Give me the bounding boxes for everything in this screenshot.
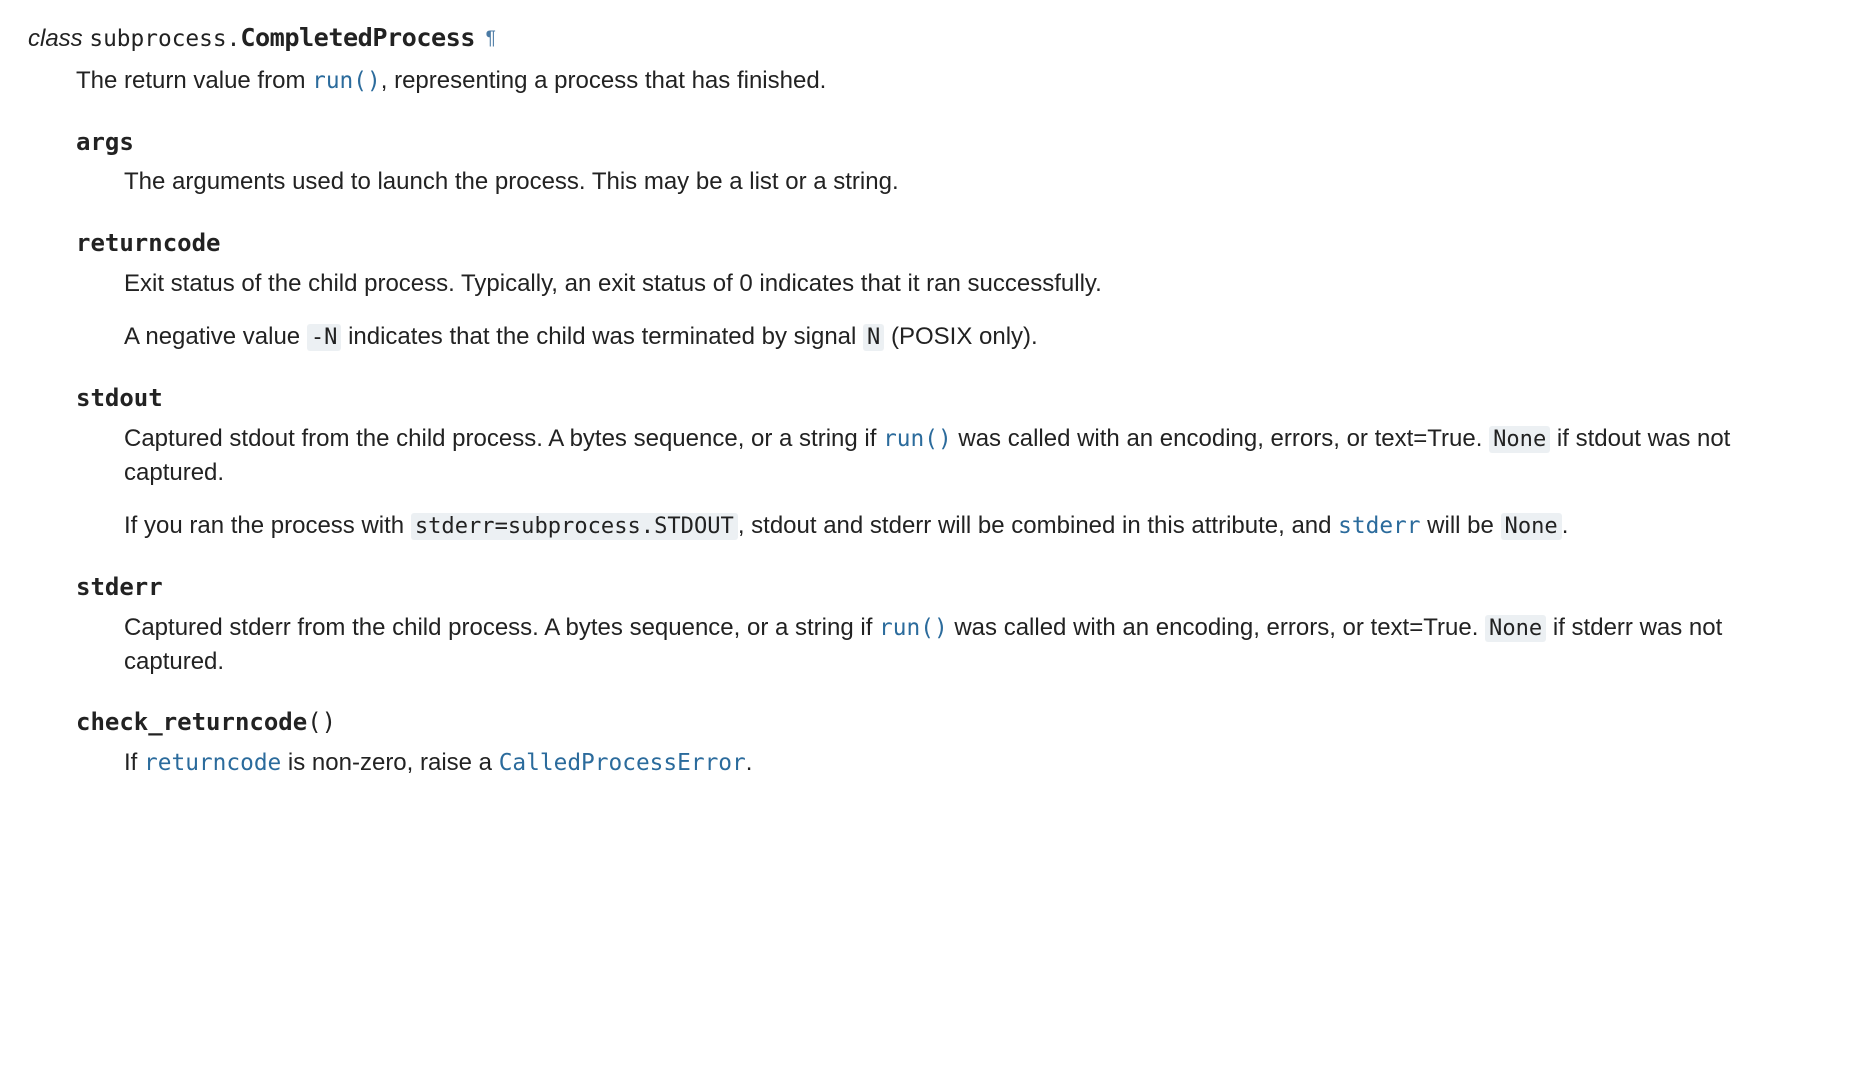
code-literal: None: [1485, 615, 1546, 642]
method-parens: (): [307, 708, 336, 736]
run-link[interactable]: run(): [879, 615, 948, 641]
attribute-stderr: stderr Captured stderr from the child pr…: [76, 571, 1828, 678]
class-name: CompletedProcess: [240, 23, 475, 52]
method-name-text: check_returncode: [76, 708, 307, 736]
text: A negative value: [124, 323, 307, 350]
calledprocesserror-link[interactable]: CalledProcessError: [499, 750, 746, 776]
code-literal: None: [1501, 513, 1562, 540]
code-literal: -N: [307, 324, 342, 351]
method-description: If returncode is non-zero, raise a Calle…: [124, 746, 1828, 780]
attr-description: Captured stderr from the child process. …: [124, 611, 1828, 679]
run-link[interactable]: run(): [883, 426, 952, 452]
attribute-args: args The arguments used to launch the pr…: [76, 126, 1828, 199]
class-description: The return value from run(), representin…: [76, 64, 1828, 98]
code-literal: N: [863, 324, 884, 351]
attr-description: The arguments used to launch the process…: [124, 165, 1828, 199]
method-name-check-returncode: check_returncode(): [76, 706, 1828, 740]
run-link[interactable]: run(): [312, 68, 381, 94]
text: Captured stderr from the child process. …: [124, 614, 879, 641]
text: If you ran the process with: [124, 512, 411, 539]
text: indicates that the child was terminated …: [341, 323, 863, 350]
permalink-icon[interactable]: ¶: [482, 28, 496, 49]
attr-description: Captured stdout from the child process. …: [124, 422, 1828, 490]
text: .: [746, 749, 753, 776]
text: is non-zero, raise a: [281, 749, 498, 776]
keyword-class: class: [28, 25, 83, 52]
attr-description: Exit status of the child process. Typica…: [124, 267, 1828, 301]
code-literal: None: [1489, 426, 1550, 453]
text: was called with an encoding, errors, or …: [948, 614, 1485, 641]
attribute-stdout: stdout Captured stdout from the child pr…: [76, 382, 1828, 543]
attr-description: A negative value -N indicates that the c…: [124, 320, 1828, 354]
method-check-returncode: check_returncode() If returncode is non-…: [76, 706, 1828, 780]
text: was called with an encoding, errors, or …: [952, 425, 1489, 452]
class-body: The return value from run(), representin…: [76, 64, 1828, 780]
text: .: [1562, 512, 1569, 539]
module-prefix: subprocess.: [89, 26, 240, 52]
attr-name-stdout: stdout: [76, 382, 1828, 416]
attribute-returncode: returncode Exit status of the child proc…: [76, 227, 1828, 354]
attr-name-args: args: [76, 126, 1828, 160]
attr-name-stderr: stderr: [76, 571, 1828, 605]
text: (POSIX only).: [884, 323, 1037, 350]
stderr-link[interactable]: stderr: [1338, 513, 1420, 539]
attr-name-returncode: returncode: [76, 227, 1828, 261]
text: Captured stdout from the child process. …: [124, 425, 883, 452]
class-signature: class subprocess.CompletedProcess ¶: [28, 20, 1828, 56]
text: The return value from: [76, 67, 312, 94]
code-literal: stderr=subprocess.STDOUT: [411, 513, 738, 540]
attr-description: If you ran the process with stderr=subpr…: [124, 509, 1828, 543]
text: will be: [1421, 512, 1501, 539]
text: , stdout and stderr will be combined in …: [738, 512, 1338, 539]
text: , representing a process that has finish…: [381, 67, 827, 94]
text: If: [124, 749, 144, 776]
returncode-link[interactable]: returncode: [144, 750, 281, 776]
